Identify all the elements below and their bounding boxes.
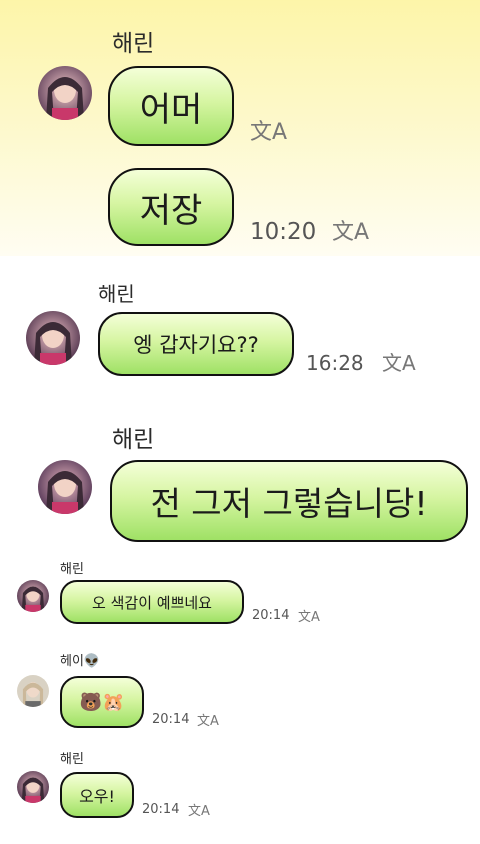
message-time: 16:28 [306,351,364,375]
message-text: 🐻🐹 [79,691,125,713]
message-time: 20:14 [152,712,190,727]
sender-avatar[interactable] [17,771,49,803]
sender-name: 해린 [60,562,84,577]
message-text: 어머 [139,89,203,130]
translate-icon[interactable]: 文A [188,800,210,819]
message-bubble[interactable]: 오 색감이 예쁘네요 [60,580,244,624]
chat-panel-1: 해린 어머 文A 저장 10:20 文A [0,0,480,256]
message-bubble[interactable]: 전 그저 그렇습니당! [110,460,468,542]
message-text: 오우! [79,787,115,806]
sender-avatar[interactable] [17,675,49,707]
message-text: 오 색감이 예쁘네요 [92,593,212,612]
translate-icon[interactable]: 文A [332,214,369,246]
sender-avatar[interactable] [26,311,80,365]
translate-icon[interactable]: 文A [250,114,287,146]
translate-icon[interactable]: 文A [382,347,416,376]
message-time: 20:14 [252,608,290,623]
message-text: 전 그저 그렇습니당! [150,484,428,523]
sender-name: 헤이👽 [60,654,101,669]
chat-panel-3: 해린 전 그저 그렇습니당! [0,392,480,560]
sender-name: 해린 [112,31,155,57]
sender-avatar[interactable] [38,460,92,514]
message-time: 20:14 [142,802,180,817]
sender-avatar[interactable] [38,66,92,120]
sender-name: 해린 [98,282,135,306]
message-bubble[interactable]: 어머 [108,66,234,146]
sender-name: 해린 [60,752,84,767]
message-bubble[interactable]: 엥 갑자기요?? [98,312,294,376]
chat-panel-4: 해린 오 색감이 예쁘네요 20:14 文A 헤이👽 🐻🐹 20:14 文A 해… [0,560,480,844]
chat-panel-2: 해린 엥 갑자기요?? 16:28 文A [0,256,480,392]
translate-icon[interactable]: 文A [197,710,219,729]
sender-avatar[interactable] [17,580,49,612]
message-bubble[interactable]: 저장 [108,168,234,246]
message-text: 저장 [139,190,203,231]
message-bubble[interactable]: 🐻🐹 [60,676,144,728]
sender-name: 해린 [112,427,155,453]
message-time: 10:20 [250,219,317,245]
translate-icon[interactable]: 文A [298,606,320,625]
message-bubble[interactable]: 오우! [60,772,134,818]
message-text: 엥 갑자기요?? [133,333,259,357]
